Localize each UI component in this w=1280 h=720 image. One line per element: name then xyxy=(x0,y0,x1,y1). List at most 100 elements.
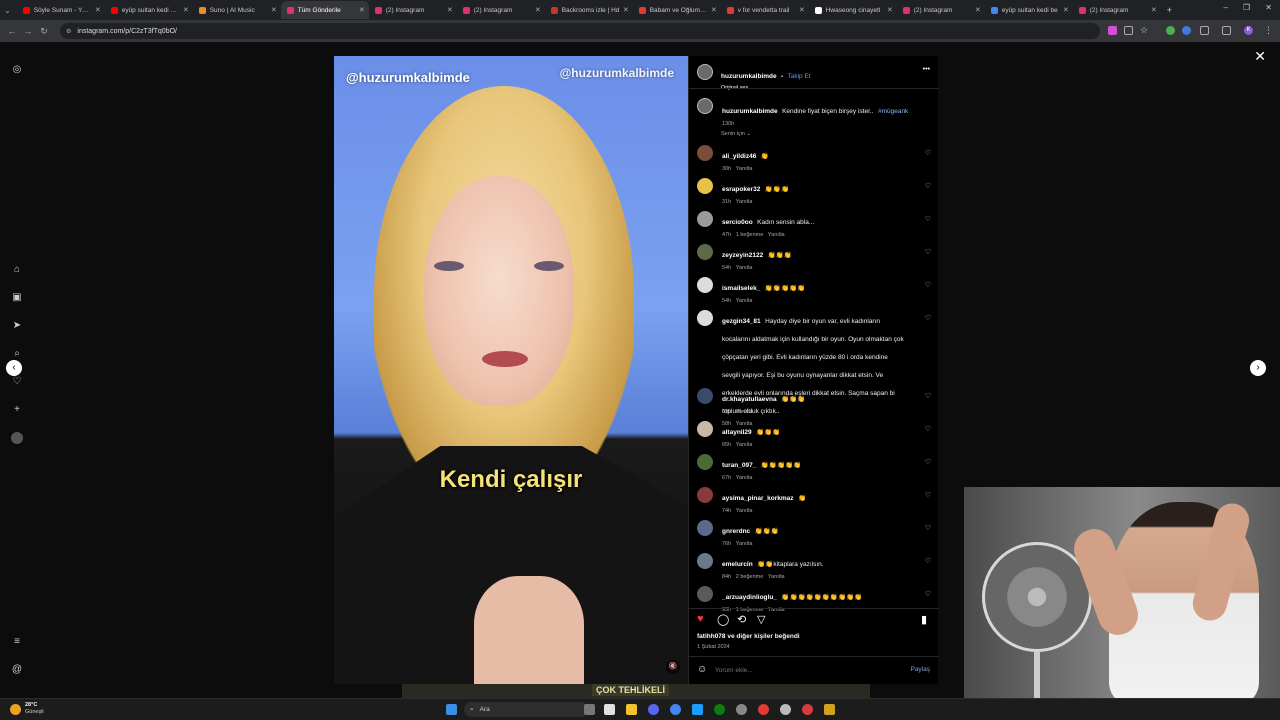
comment-avatar[interactable] xyxy=(697,421,713,437)
comment-username[interactable]: gnrerdnc xyxy=(722,528,750,535)
more-menu-icon[interactable]: ≡ xyxy=(11,636,23,648)
browser-tab[interactable]: (2) Instagram ✕ xyxy=(1073,1,1161,19)
comment-avatar[interactable] xyxy=(697,586,713,602)
like-heart-icon[interactable]: ♥ xyxy=(697,613,704,625)
browser-tab[interactable]: (2) Instagram ✕ xyxy=(457,1,545,19)
browser-tab[interactable]: Tüm Gönderile ✕ xyxy=(280,1,369,19)
caption-username[interactable]: huzurumkalbimde xyxy=(722,108,778,115)
comment-username[interactable]: turan_097_ xyxy=(722,462,756,469)
profile-icon[interactable] xyxy=(11,432,23,444)
task-view-icon[interactable] xyxy=(584,704,595,715)
site-info-icon[interactable]: ⚙ xyxy=(66,28,71,35)
comment-like-heart-icon[interactable]: ♡ xyxy=(925,149,931,157)
comment-like-heart-icon[interactable]: ♡ xyxy=(925,491,931,499)
reload-icon[interactable]: ↻ xyxy=(36,26,52,37)
comment-reply-button[interactable]: Yanıtla xyxy=(768,574,785,580)
browser-tab[interactable]: eyüp sultan kedi bes ✕ xyxy=(105,1,193,19)
author-avatar[interactable] xyxy=(697,64,713,80)
notifications-heart-icon[interactable]: ♡ xyxy=(11,376,23,388)
next-post-icon[interactable]: › xyxy=(1250,360,1266,376)
tab-close-icon[interactable]: ✕ xyxy=(1063,6,1069,14)
browser-tab[interactable]: Hwaseong cinayetl ✕ xyxy=(809,1,897,19)
emoji-icon[interactable]: ☺ xyxy=(697,664,707,675)
browser-tab[interactable]: Söyle Sunam - YouT ✕ xyxy=(17,1,105,19)
menu-kebab-icon[interactable]: ⋮ xyxy=(1264,26,1273,35)
extensions-puzzle-icon[interactable] xyxy=(1200,26,1209,35)
comment-bubble-icon[interactable]: ◯ xyxy=(717,613,729,626)
repost-icon[interactable]: ⟲ xyxy=(737,613,746,626)
cast-icon[interactable] xyxy=(1108,26,1117,35)
address-bar[interactable]: ⚙ instagram.com/p/C2zT3fTq0bO/ xyxy=(60,23,1100,39)
weather-sun-icon[interactable] xyxy=(10,704,21,715)
settings-gear-icon[interactable] xyxy=(736,704,747,715)
sidepanel-icon[interactable] xyxy=(1222,26,1231,35)
comment-like-heart-icon[interactable]: ♡ xyxy=(925,281,931,289)
app-red-icon[interactable] xyxy=(758,704,769,715)
tab-close-icon[interactable]: ✕ xyxy=(623,6,629,14)
restore-button[interactable]: ❐ xyxy=(1243,3,1250,12)
comment-avatar[interactable] xyxy=(697,178,713,194)
start-windows-icon[interactable] xyxy=(446,704,457,715)
browser-tab[interactable]: eyüp sultan kedi be ✕ xyxy=(985,1,1073,19)
file-explorer-icon[interactable] xyxy=(626,704,637,715)
tab-close-icon[interactable]: ✕ xyxy=(711,6,717,14)
comment-username[interactable]: zeyzeyin2122 xyxy=(722,252,763,259)
app-obs-icon[interactable] xyxy=(802,704,813,715)
threads-icon[interactable]: @ xyxy=(11,664,23,676)
forward-icon[interactable]: → xyxy=(20,26,36,36)
comment-like-heart-icon[interactable]: ♡ xyxy=(925,215,931,223)
comment-avatar[interactable] xyxy=(697,388,713,404)
home-icon[interactable]: ⌂ xyxy=(11,264,23,276)
comment-reply-button[interactable]: Yanıtla xyxy=(736,442,753,448)
comment-reply-button[interactable]: Yanıtla xyxy=(768,232,785,238)
comment-username[interactable]: esrapoker32 xyxy=(722,186,760,193)
browser-tab[interactable]: (2) Instagram ✕ xyxy=(369,1,457,19)
close-post-icon[interactable]: ✕ xyxy=(1254,48,1266,65)
tab-close-icon[interactable]: ✕ xyxy=(799,6,805,14)
tab-close-icon[interactable]: ✕ xyxy=(183,6,189,14)
comment-like-heart-icon[interactable]: ♡ xyxy=(925,590,931,598)
mute-icon[interactable]: 🔇 xyxy=(666,660,680,674)
comment-reply-button[interactable]: Yanıtla xyxy=(736,265,753,271)
share-send-icon[interactable]: ▽ xyxy=(757,613,765,626)
back-icon[interactable]: ← xyxy=(4,26,20,36)
chrome-icon[interactable] xyxy=(670,704,681,715)
tab-search-button[interactable]: ⌄ xyxy=(4,6,11,15)
comment-like-heart-icon[interactable]: ♡ xyxy=(925,557,931,565)
comment-avatar[interactable] xyxy=(697,277,713,293)
comment-username[interactable]: aysima_pinar_korkmaz xyxy=(722,495,794,502)
weather-widget[interactable]: 28°C Güneşli xyxy=(25,702,44,716)
comment-avatar[interactable] xyxy=(697,211,713,227)
comment-avatar[interactable] xyxy=(697,145,713,161)
comment-reply-button[interactable]: Yanıtla xyxy=(736,541,753,547)
comment-likes[interactable]: 1 beğenme xyxy=(736,232,764,238)
comment-reply-button[interactable]: Yanıtla xyxy=(736,298,753,304)
caption-hashtag-suffix[interactable]: ank xyxy=(898,108,908,115)
author-username[interactable]: huzurumkalbimde xyxy=(721,73,777,80)
comment-username[interactable]: gezgin34_81 xyxy=(722,318,761,325)
tab-close-icon[interactable]: ✕ xyxy=(95,6,101,14)
comment-reply-button[interactable]: Yanıtla xyxy=(736,475,753,481)
create-plus-icon[interactable]: + xyxy=(11,404,23,416)
xbox-icon[interactable] xyxy=(714,704,725,715)
caption-avatar[interactable] xyxy=(697,98,713,114)
tab-close-icon[interactable]: ✕ xyxy=(359,6,365,14)
extension-2-icon[interactable] xyxy=(1182,26,1191,35)
comment-avatar[interactable] xyxy=(697,454,713,470)
comment-reply-button[interactable]: Yanıtla xyxy=(736,409,753,415)
widgets-icon[interactable] xyxy=(604,704,615,715)
app-yellow-icon[interactable] xyxy=(824,704,835,715)
instagram-logo-icon[interactable]: ◎ xyxy=(11,64,23,76)
tab-close-icon[interactable]: ✕ xyxy=(271,6,277,14)
browser-tab[interactable]: Babam ve Oğlum | F ✕ xyxy=(633,1,721,19)
comment-reply-button[interactable]: Yanıtla xyxy=(736,508,753,514)
extension-icon[interactable] xyxy=(1166,26,1175,35)
taskbar-search-box[interactable]: ⌕ Ara xyxy=(464,702,588,717)
comment-like-heart-icon[interactable]: ♡ xyxy=(925,392,931,400)
post-comment-button[interactable]: Paylaş xyxy=(910,666,930,673)
browser-tab[interactable]: (2) Instagram ✕ xyxy=(897,1,985,19)
comment-username[interactable]: sercio0oo xyxy=(722,219,753,226)
tab-close-icon[interactable]: ✕ xyxy=(447,6,453,14)
browser-tab[interactable]: Suno | AI Music ✕ xyxy=(193,1,281,19)
comment-avatar[interactable] xyxy=(697,244,713,260)
